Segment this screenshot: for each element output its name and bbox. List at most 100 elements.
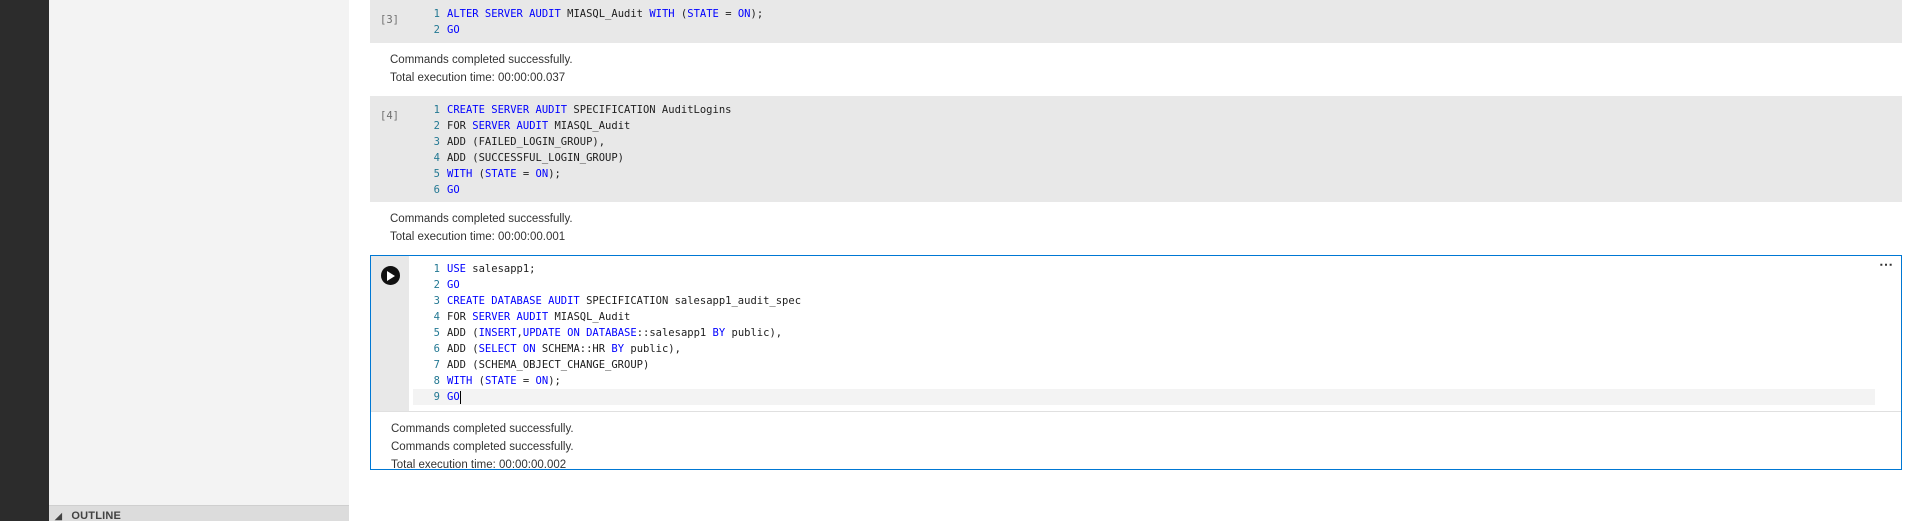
- code-editor[interactable]: [3] 1 ALTER SERVER AUDIT MIASQL_Audit WIT…: [370, 0, 1902, 43]
- sidebar: ◢ OUTLINE: [49, 0, 349, 521]
- line-number: 4: [433, 311, 440, 323]
- keyword-token: ON: [737, 8, 751, 20]
- line-number: 2: [433, 24, 440, 36]
- line-number: 1: [433, 8, 440, 20]
- code-token: ::salesapp1: [636, 327, 713, 339]
- keyword-token: CREATE DATABASE AUDIT: [447, 295, 580, 307]
- output-message: Total execution time: 00:00:00.002: [391, 459, 567, 471]
- line-number: 1: [433, 263, 440, 275]
- keyword-token: CREATE SERVER AUDIT: [447, 104, 568, 116]
- code-token: FOR: [447, 120, 473, 132]
- output-message: Commands completed successfully.: [390, 213, 573, 225]
- chevron-down-icon: ◢: [55, 511, 63, 521]
- code-token: (: [472, 375, 485, 387]
- keyword-token: STATE: [484, 168, 517, 180]
- line-number: 8: [433, 375, 440, 387]
- notebook-editor: [3] 1 ALTER SERVER AUDIT MIASQL_Audit WIT…: [349, 0, 1919, 521]
- keyword-token: GO: [447, 391, 460, 403]
- keyword-token: SERVER AUDIT: [472, 311, 549, 323]
- code-line: 1 USE salesapp1;: [426, 261, 801, 277]
- line-number: 6: [433, 184, 440, 196]
- line-number: 3: [433, 136, 440, 148]
- code-line: 2 FOR SERVER AUDIT MIASQL_Audit: [426, 118, 731, 134]
- keyword-token: GO: [447, 184, 460, 196]
- line-number: 4: [433, 152, 440, 164]
- output-message: Total execution time: 00:00:00.037: [390, 72, 566, 84]
- outline-header[interactable]: ◢ OUTLINE: [49, 505, 349, 521]
- code-token: ADD (SUCCESSFUL_LOGIN_GROUP): [447, 152, 625, 164]
- code-token: =: [516, 168, 536, 180]
- code-token: =: [516, 375, 536, 387]
- code-token: (: [472, 168, 485, 180]
- code-token: SCHEMA::HR: [535, 343, 612, 355]
- code-token: public),: [725, 327, 783, 339]
- activity-bar: [0, 0, 49, 521]
- code-cell[interactable]: [4] 1 CREATE SERVER AUDIT SPECIFICATION A…: [370, 96, 1902, 246]
- keyword-token: ON: [522, 343, 536, 355]
- code-line: 8 WITH (STATE = ON);: [426, 373, 801, 389]
- keyword-token: ON DATABASE: [567, 327, 637, 339]
- keyword-token: STATE: [687, 8, 719, 20]
- keyword-token: STATE: [484, 375, 517, 387]
- keyword-token: WITH: [649, 8, 675, 20]
- active-code-cell[interactable]: ⋯ 1 USE salesapp1; 2 GO 3 CREATE DATABASE AUD…: [370, 255, 1902, 471]
- code-line: 3 ADD (FAILED_LOGIN_GROUP),: [426, 134, 731, 150]
- execution-count: [4]: [380, 110, 399, 122]
- cell-output: Commands completed successfully. Total ex…: [370, 43, 1902, 87]
- cell-output: Commands completed successfully. Commands…: [371, 411, 1901, 474]
- code-line: 1 ALTER SERVER AUDIT MIASQL_Audit WITH (S…: [426, 6, 763, 22]
- keyword-token: UPDATE: [522, 327, 561, 339]
- line-number: 9: [433, 391, 440, 403]
- code-cell[interactable]: [3] 1 ALTER SERVER AUDIT MIASQL_Audit WIT…: [370, 0, 1902, 87]
- code-token: (: [674, 8, 688, 20]
- code-token: =: [718, 8, 738, 20]
- code-token: FOR: [447, 311, 473, 323]
- code-line: 3 CREATE DATABASE AUDIT SPECIFICATION sal…: [426, 293, 801, 309]
- keyword-token: GO: [447, 24, 460, 36]
- code-line: 2 GO: [426, 22, 763, 38]
- keyword-token: ON: [535, 168, 549, 180]
- line-number: 5: [433, 168, 440, 180]
- keyword-token: BY: [611, 343, 625, 355]
- code-line: 5 WITH (STATE = ON);: [426, 166, 731, 182]
- code-line: 4 ADD (SUCCESSFUL_LOGIN_GROUP): [426, 150, 731, 166]
- code-token: SPECIFICATION salesapp1_audit_spec: [579, 295, 802, 307]
- more-actions-icon[interactable]: ⋯: [1879, 257, 1893, 271]
- code-token: MIASQL_Audit: [560, 8, 650, 20]
- code-editor[interactable]: [4] 1 CREATE SERVER AUDIT SPECIFICATION A…: [370, 96, 1902, 202]
- code-line: 6 GO: [426, 182, 731, 198]
- code-token: SPECIFICATION AuditLogins: [567, 104, 732, 116]
- code-token: salesapp1;: [465, 263, 536, 275]
- code-token: );: [548, 168, 561, 180]
- keyword-token: INSERT: [478, 327, 517, 339]
- keyword-token: WITH: [447, 168, 473, 180]
- code-line: 7 ADD (SCHEMA_OBJECT_CHANGE_GROUP): [426, 357, 801, 373]
- line-number: 1: [433, 104, 440, 116]
- output-message: Commands completed successfully.: [391, 441, 574, 453]
- line-number: 7: [433, 359, 440, 371]
- code-token: );: [548, 375, 561, 387]
- code-token: ADD (: [447, 343, 479, 355]
- code-token: ADD (SCHEMA_OBJECT_CHANGE_GROUP): [447, 359, 650, 371]
- code-token: public),: [624, 343, 681, 355]
- keyword-token: GO: [447, 279, 460, 291]
- code-token: MIASQL_Audit: [548, 311, 631, 323]
- run-cell-button[interactable]: [381, 266, 400, 285]
- execution-count: [3]: [380, 14, 399, 26]
- code-editor[interactable]: ⋯ 1 USE salesapp1; 2 GO 3 CREATE DATABASE AUD…: [371, 256, 1901, 411]
- play-icon: [387, 270, 395, 281]
- code-line: 2 GO: [426, 277, 801, 293]
- code-line: 9 GO: [426, 389, 801, 405]
- outline-label: OUTLINE: [71, 510, 122, 521]
- code-token: );: [750, 8, 764, 20]
- line-number: 5: [433, 327, 440, 339]
- keyword-token: ON: [535, 375, 549, 387]
- code-token: ADD (: [447, 327, 479, 339]
- code-token: MIASQL_Audit: [548, 120, 631, 132]
- code-line: 5 ADD (INSERT,UPDATE ON DATABASE::salesap…: [426, 325, 801, 341]
- keyword-token: WITH: [447, 375, 473, 387]
- output-message: Commands completed successfully.: [390, 54, 573, 66]
- cell-output: Commands completed successfully. Total ex…: [370, 202, 1902, 246]
- keyword-token: BY: [712, 327, 726, 339]
- line-number: 3: [433, 295, 440, 307]
